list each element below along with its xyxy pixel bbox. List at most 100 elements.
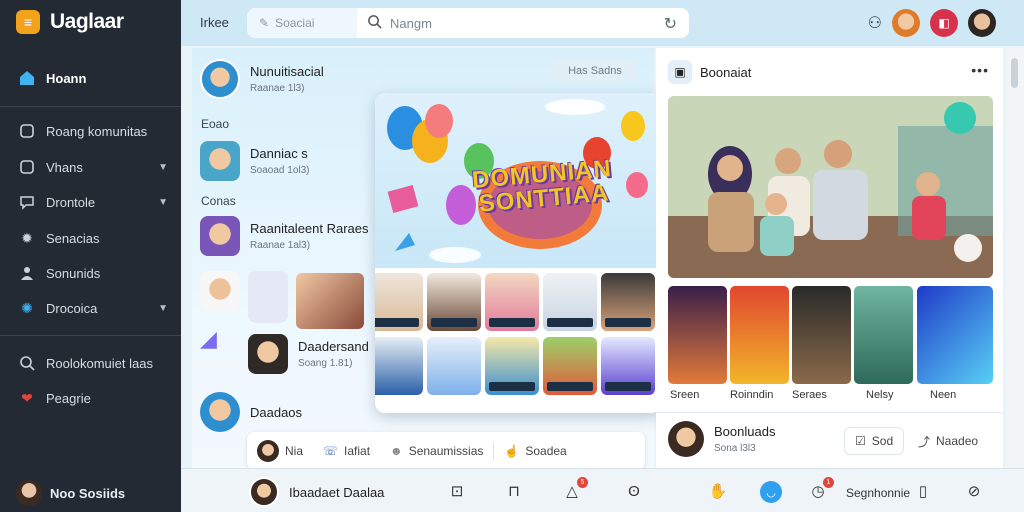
member-thumb[interactable] [375,273,423,331]
post-header[interactable]: Nunuitisacial Raanae 1l3) [200,59,324,99]
comment-label: Nia [285,444,304,458]
post-header[interactable]: Daadaos [200,392,302,432]
comment-author[interactable]: Nia [247,440,313,462]
sidebar-item-search-community[interactable]: Roolokomuiet laas [18,351,168,375]
scrollbar[interactable] [1005,48,1024,468]
reaction-label: Senaumissias [408,444,484,458]
current-user[interactable]: Noo Sosiids [16,480,125,506]
add-friend-icon[interactable]: ⚇ [868,13,882,33]
community-banner-card[interactable]: DOMUNIAN SONTTIAA [375,93,661,413]
post-header[interactable]: Raanitaleent Raraes Raanae 1al3) [200,216,369,256]
member-thumb[interactable] [485,337,539,395]
share-icon: ⤴ [918,434,931,449]
search-input[interactable]: Nangm ↻ [357,8,689,38]
sidebar-item-home[interactable]: Hoann [18,66,168,90]
sod-button[interactable]: ☑ Sod [844,427,905,455]
sidebar-item-label: Roang komunitas [46,123,148,139]
sidebar-item-drocoica[interactable]: ✺ Drocoica ▼ [18,296,168,320]
panel-title: Boonaiat [700,64,752,80]
tab-home[interactable]: Irkee [200,15,229,30]
avatar[interactable] [892,9,920,37]
sidebar-item-label: Sonunids [46,265,101,281]
tile-label: Neen [930,389,957,401]
topbar: Irkee ✎ Soaciai Nangm ↻ ⚇ ◧ [181,0,1024,46]
hand-icon[interactable]: ✋ [708,481,728,501]
button-label: Sod [871,434,894,448]
more-options-icon[interactable]: ••• [971,62,989,78]
media-thumb[interactable] [248,271,288,323]
heart-icon: ❤ [21,389,33,406]
thumb-caption [489,318,535,327]
menu-icon[interactable]: ≡ [16,10,40,34]
panel-header[interactable]: ▣ Boonaiat [668,60,751,84]
thumb-caption [605,318,651,327]
post-meta: Raanae 1l3) [250,83,305,94]
chevron-down-icon[interactable]: ▼ [158,162,168,173]
chevron-down-icon[interactable]: ▼ [158,303,168,314]
member-thumb[interactable] [427,337,481,395]
search-placeholder: Nangm [390,15,432,31]
compass-icon[interactable]: ⊘ [964,481,984,501]
sidebar-item-vhans[interactable]: Vhans ▼ [18,155,168,179]
filter-pill[interactable]: Has Sadns [552,60,638,82]
bottom-bar: Ibaadaet Daalaa ⊡ ⊓ △ 5 ʘ ✋ ◡ ◷ 1 Segnhonn… [181,468,1024,512]
featured-photo[interactable] [668,96,993,278]
refresh-icon[interactable]: ↻ [664,14,677,34]
avatar [200,216,240,256]
comment-bar: Nia ☏ Iafiat ☻ Senaumissias ☝ Soadea [247,432,645,470]
share-button[interactable]: ☝ Soadea [494,444,576,458]
avatar [668,421,704,457]
member-thumb[interactable] [601,273,655,331]
avatar [257,440,279,462]
clock-icon[interactable]: ◷ 1 [808,477,834,501]
member-thumb[interactable] [601,337,655,395]
sidebar-item-drontole[interactable]: Drontole ▼ [18,190,168,214]
segment-label[interactable]: Segnhonnie [846,486,910,500]
tile-thumb[interactable] [730,286,789,384]
post-meta: Raanae 1al3) [250,240,311,251]
share-button[interactable]: ⤴ Naadeo [908,427,989,455]
text-icon[interactable]: ⊡ [447,481,467,501]
section-label: Conas [201,194,236,208]
media-thumb[interactable] [200,271,240,311]
reply-icon: ☏ [323,444,339,458]
sidebar-item-sonunids[interactable]: Sonunids [18,261,168,285]
tile-thumb[interactable] [668,286,727,384]
app-title: Uaglaar [50,10,124,33]
post-header[interactable]: Danniac s Soaoad 1ol3) [200,141,310,181]
chevron-down-icon[interactable]: ▼ [158,197,168,208]
tile-thumb[interactable] [854,286,913,384]
post-header[interactable]: Daadersand Soang 1.81) [248,334,369,374]
member-thumb[interactable] [543,337,597,395]
reply-button[interactable]: ☏ Iafiat [313,444,380,458]
bell-icon[interactable]: △ 5 [562,477,588,501]
sidebar: ≡ Uaglaar Hoann Roang komunitas Vhans ▼ … [0,0,181,512]
avatar[interactable] [968,9,996,37]
sidebar-item-community[interactable]: Roang komunitas [18,119,168,143]
reaction-button[interactable]: ☻ Senaumissias [380,444,493,458]
tile-thumb[interactable] [792,286,851,384]
media-thumb[interactable] [296,273,364,329]
post-header[interactable]: Boonluads Sona l3l3 [668,421,775,457]
sidebar-item-favorites[interactable]: ❤ Peagrie [18,386,168,410]
member-thumb[interactable] [543,273,597,331]
thumb-caption [605,382,651,391]
chat-bubble-icon[interactable]: ◡ [760,481,782,503]
search-input-secondary[interactable]: ✎ Soaciai [247,8,357,38]
sidebar-item-senacias[interactable]: ✹ Senacias [18,226,168,250]
brand[interactable]: ≡ Uaglaar [16,10,124,34]
member-thumb[interactable] [427,273,481,331]
bear-icon[interactable]: ʘ [624,481,644,501]
notification-icon[interactable]: ◧ [930,9,958,37]
box-icon[interactable]: ▯ [913,481,933,501]
post-title: Daadaos [250,404,303,420]
gift-icon[interactable]: ⊓ [504,481,524,501]
user-name: Ibaadaet Daalaa [289,484,385,500]
compose-user[interactable]: Ibaadaet Daalaa [249,477,384,507]
family-photo-illustration [668,96,993,278]
tile-thumb[interactable] [917,286,993,384]
scrollbar-thumb[interactable] [1011,58,1018,88]
user-name: Noo Sosiids [50,485,126,501]
member-thumb[interactable] [375,337,423,395]
member-thumb[interactable] [485,273,539,331]
